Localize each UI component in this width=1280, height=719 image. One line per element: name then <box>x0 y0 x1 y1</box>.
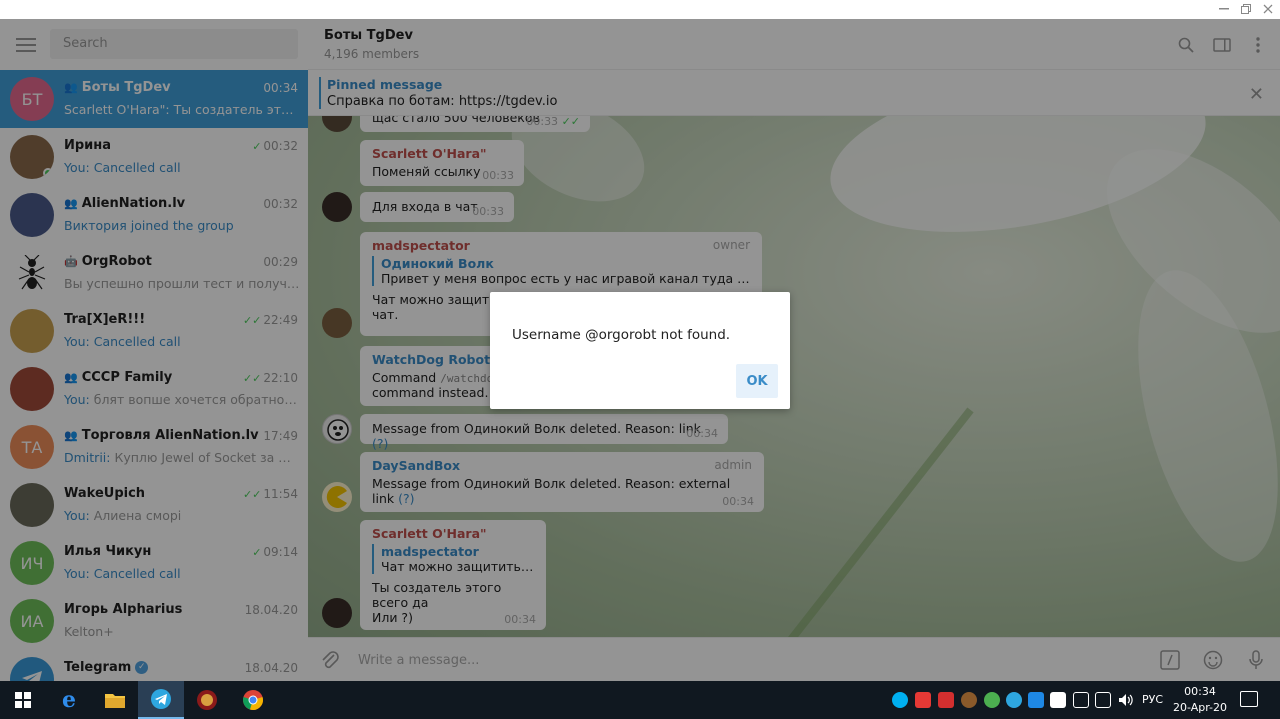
system-clock[interactable]: 00:34 20-Apr-20 <box>1168 684 1232 716</box>
telegram-taskbar-icon[interactable] <box>138 681 184 719</box>
window-titlebar <box>0 0 1280 19</box>
edge-browser-icon[interactable]: e <box>46 681 92 719</box>
notification-center-icon[interactable] <box>1240 691 1258 707</box>
ok-button[interactable]: OK <box>736 364 778 398</box>
battery-icon[interactable] <box>1073 692 1089 708</box>
windows-start-icon[interactable] <box>0 681 46 719</box>
tray-app-icon[interactable] <box>915 692 931 708</box>
volume-icon[interactable] <box>1117 692 1133 708</box>
chrome-icon[interactable] <box>230 681 276 719</box>
game-launcher-icon[interactable] <box>184 681 230 719</box>
close-window-icon[interactable] <box>1260 2 1276 16</box>
dialog-message: Username @orgorobt not found. <box>512 327 731 343</box>
error-dialog: Username @orgorobt not found. OK <box>490 292 790 409</box>
language-indicator[interactable]: РУС <box>1142 693 1163 706</box>
tray-app-icon[interactable] <box>1028 692 1044 708</box>
security-shield-icon[interactable] <box>1050 692 1066 708</box>
restore-icon[interactable] <box>1238 2 1254 16</box>
network-icon[interactable] <box>1095 692 1111 708</box>
file-explorer-icon[interactable] <box>92 681 138 719</box>
windows-taskbar: e РУС 00:34 20-Apr-20 <box>0 681 1280 719</box>
minimize-icon[interactable] <box>1216 2 1232 16</box>
telegram-tray-icon[interactable] <box>1006 692 1022 708</box>
tray-app-icon[interactable] <box>984 692 1000 708</box>
tray-app-icon[interactable] <box>938 692 954 708</box>
skype-tray-icon[interactable] <box>892 692 908 708</box>
tray-app-icon[interactable] <box>961 692 977 708</box>
